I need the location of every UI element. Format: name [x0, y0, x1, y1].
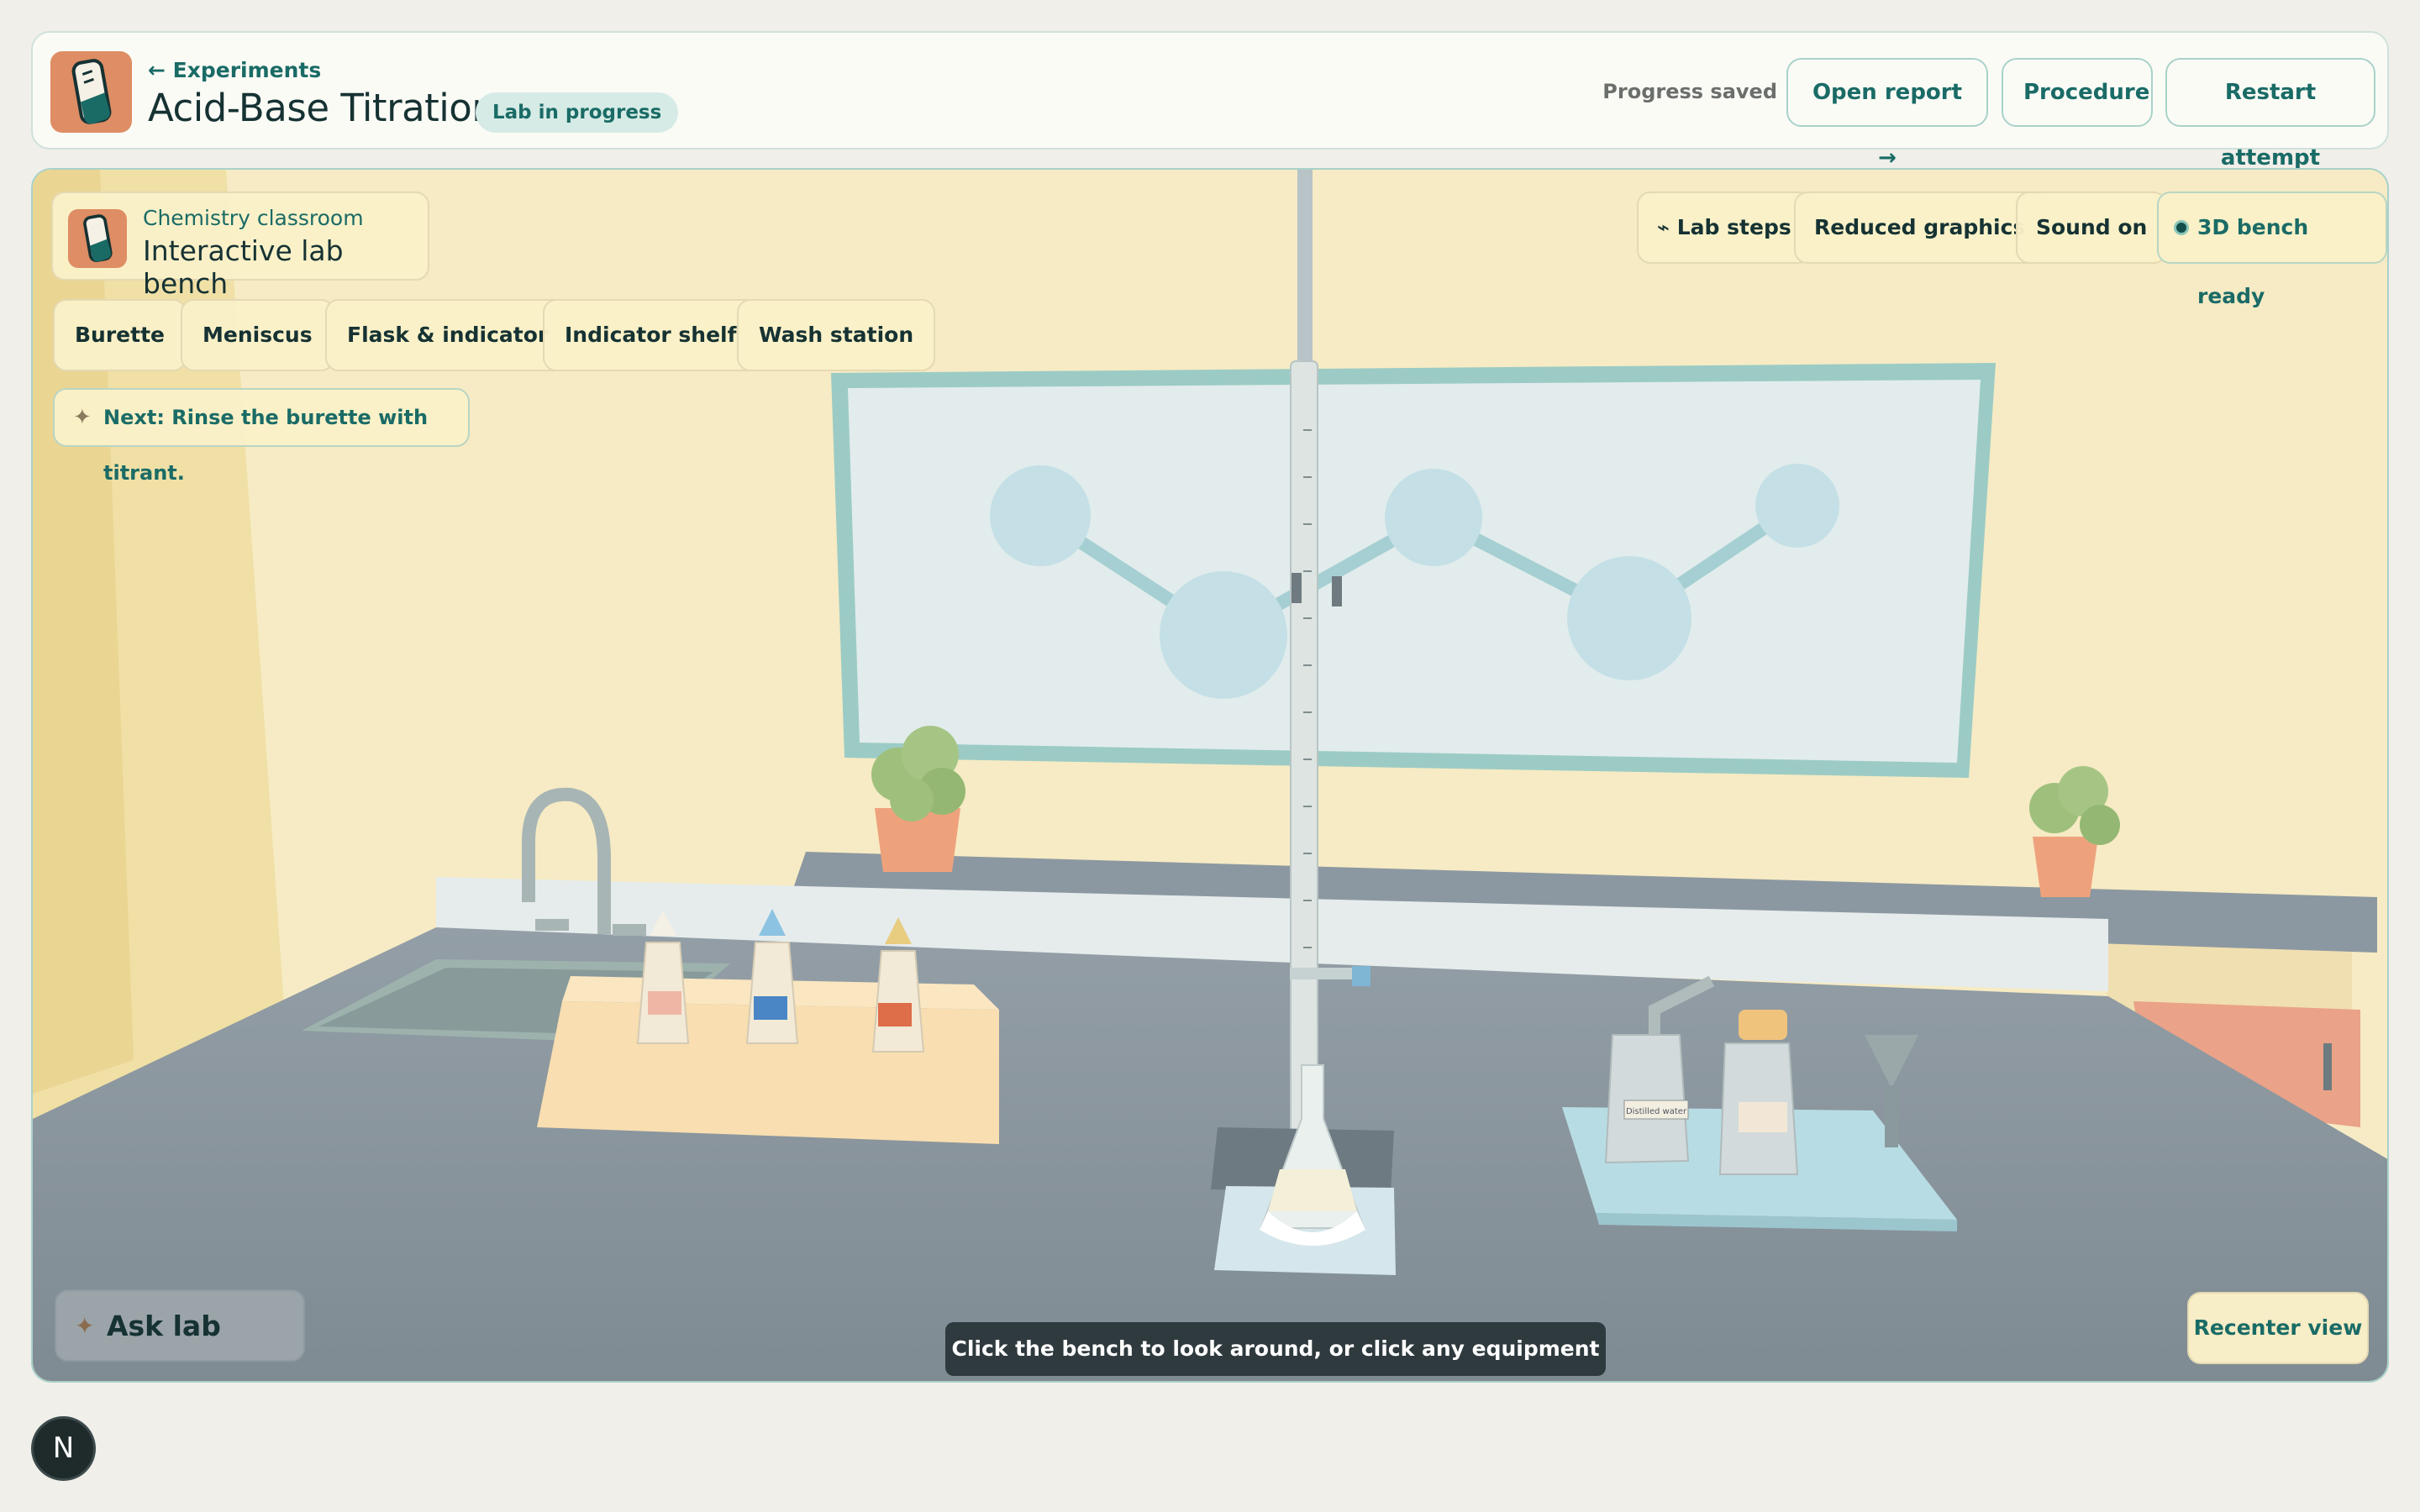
sound-toggle[interactable]: Sound on — [2016, 192, 2168, 264]
tool-wash-station-button[interactable]: Wash station — [737, 299, 936, 371]
tool-flask-indicator-button[interactable]: Flask & indicator — [325, 299, 571, 371]
recenter-view-button[interactable]: Recenter view — [2187, 1292, 2369, 1364]
tool-meniscus-button[interactable]: Meniscus — [181, 299, 334, 371]
classroom-info-card: Chemistry classroom Interactive lab benc… — [51, 192, 429, 300]
next-step-hint: ✦ Next: Rinse the burette with titrant. — [53, 388, 470, 485]
page-title: Acid-Base Titration — [148, 86, 496, 130]
user-avatar[interactable]: N — [31, 1416, 96, 1481]
lab-scene-viewport[interactable]: Distilled water Chemistry classroom Inte… — [31, 168, 2389, 1383]
status-badge: Lab in progress — [476, 92, 679, 133]
reduced-graphics-toggle[interactable]: Reduced graphics — [1794, 192, 2046, 264]
scene-help-tooltip: Click the bench to look around, or click… — [945, 1322, 1606, 1376]
procedure-button[interactable]: Procedure — [2002, 58, 2153, 127]
bench-ready-status: 3D bench ready — [2157, 192, 2387, 308]
tool-indicator-shelf-button[interactable]: Indicator shelf — [543, 299, 759, 371]
ask-lab-coach-button[interactable]: ✦ Ask lab coach — [55, 1289, 305, 1381]
tool-burette-button[interactable]: Burette — [53, 299, 187, 371]
distilled-water-label: Distilled water — [1626, 1107, 1687, 1116]
restart-attempt-button[interactable]: Restart attempt — [2165, 58, 2375, 171]
molecule-poster — [831, 363, 1996, 778]
top-header: ← Experiments Acid-Base Titration Lab in… — [31, 31, 2389, 171]
classroom-subtitle: Chemistry classroom — [143, 206, 364, 230]
open-report-button[interactable]: Open report → — [1786, 58, 1988, 171]
sparkle-icon: ✦ — [73, 405, 92, 430]
sparkle-icon: ✦ — [75, 1312, 95, 1340]
classroom-title: Interactive lab bench — [143, 234, 344, 300]
lab-steps-button[interactable]: ⌁ Lab steps — [1637, 192, 1812, 264]
status-dot-icon — [2174, 220, 2189, 235]
app-logo-icon — [50, 51, 132, 133]
back-to-experiments-link[interactable]: ← Experiments — [148, 58, 321, 82]
progress-saved-text: Progress saved — [1602, 80, 1777, 103]
app-logo-icon — [68, 209, 127, 268]
